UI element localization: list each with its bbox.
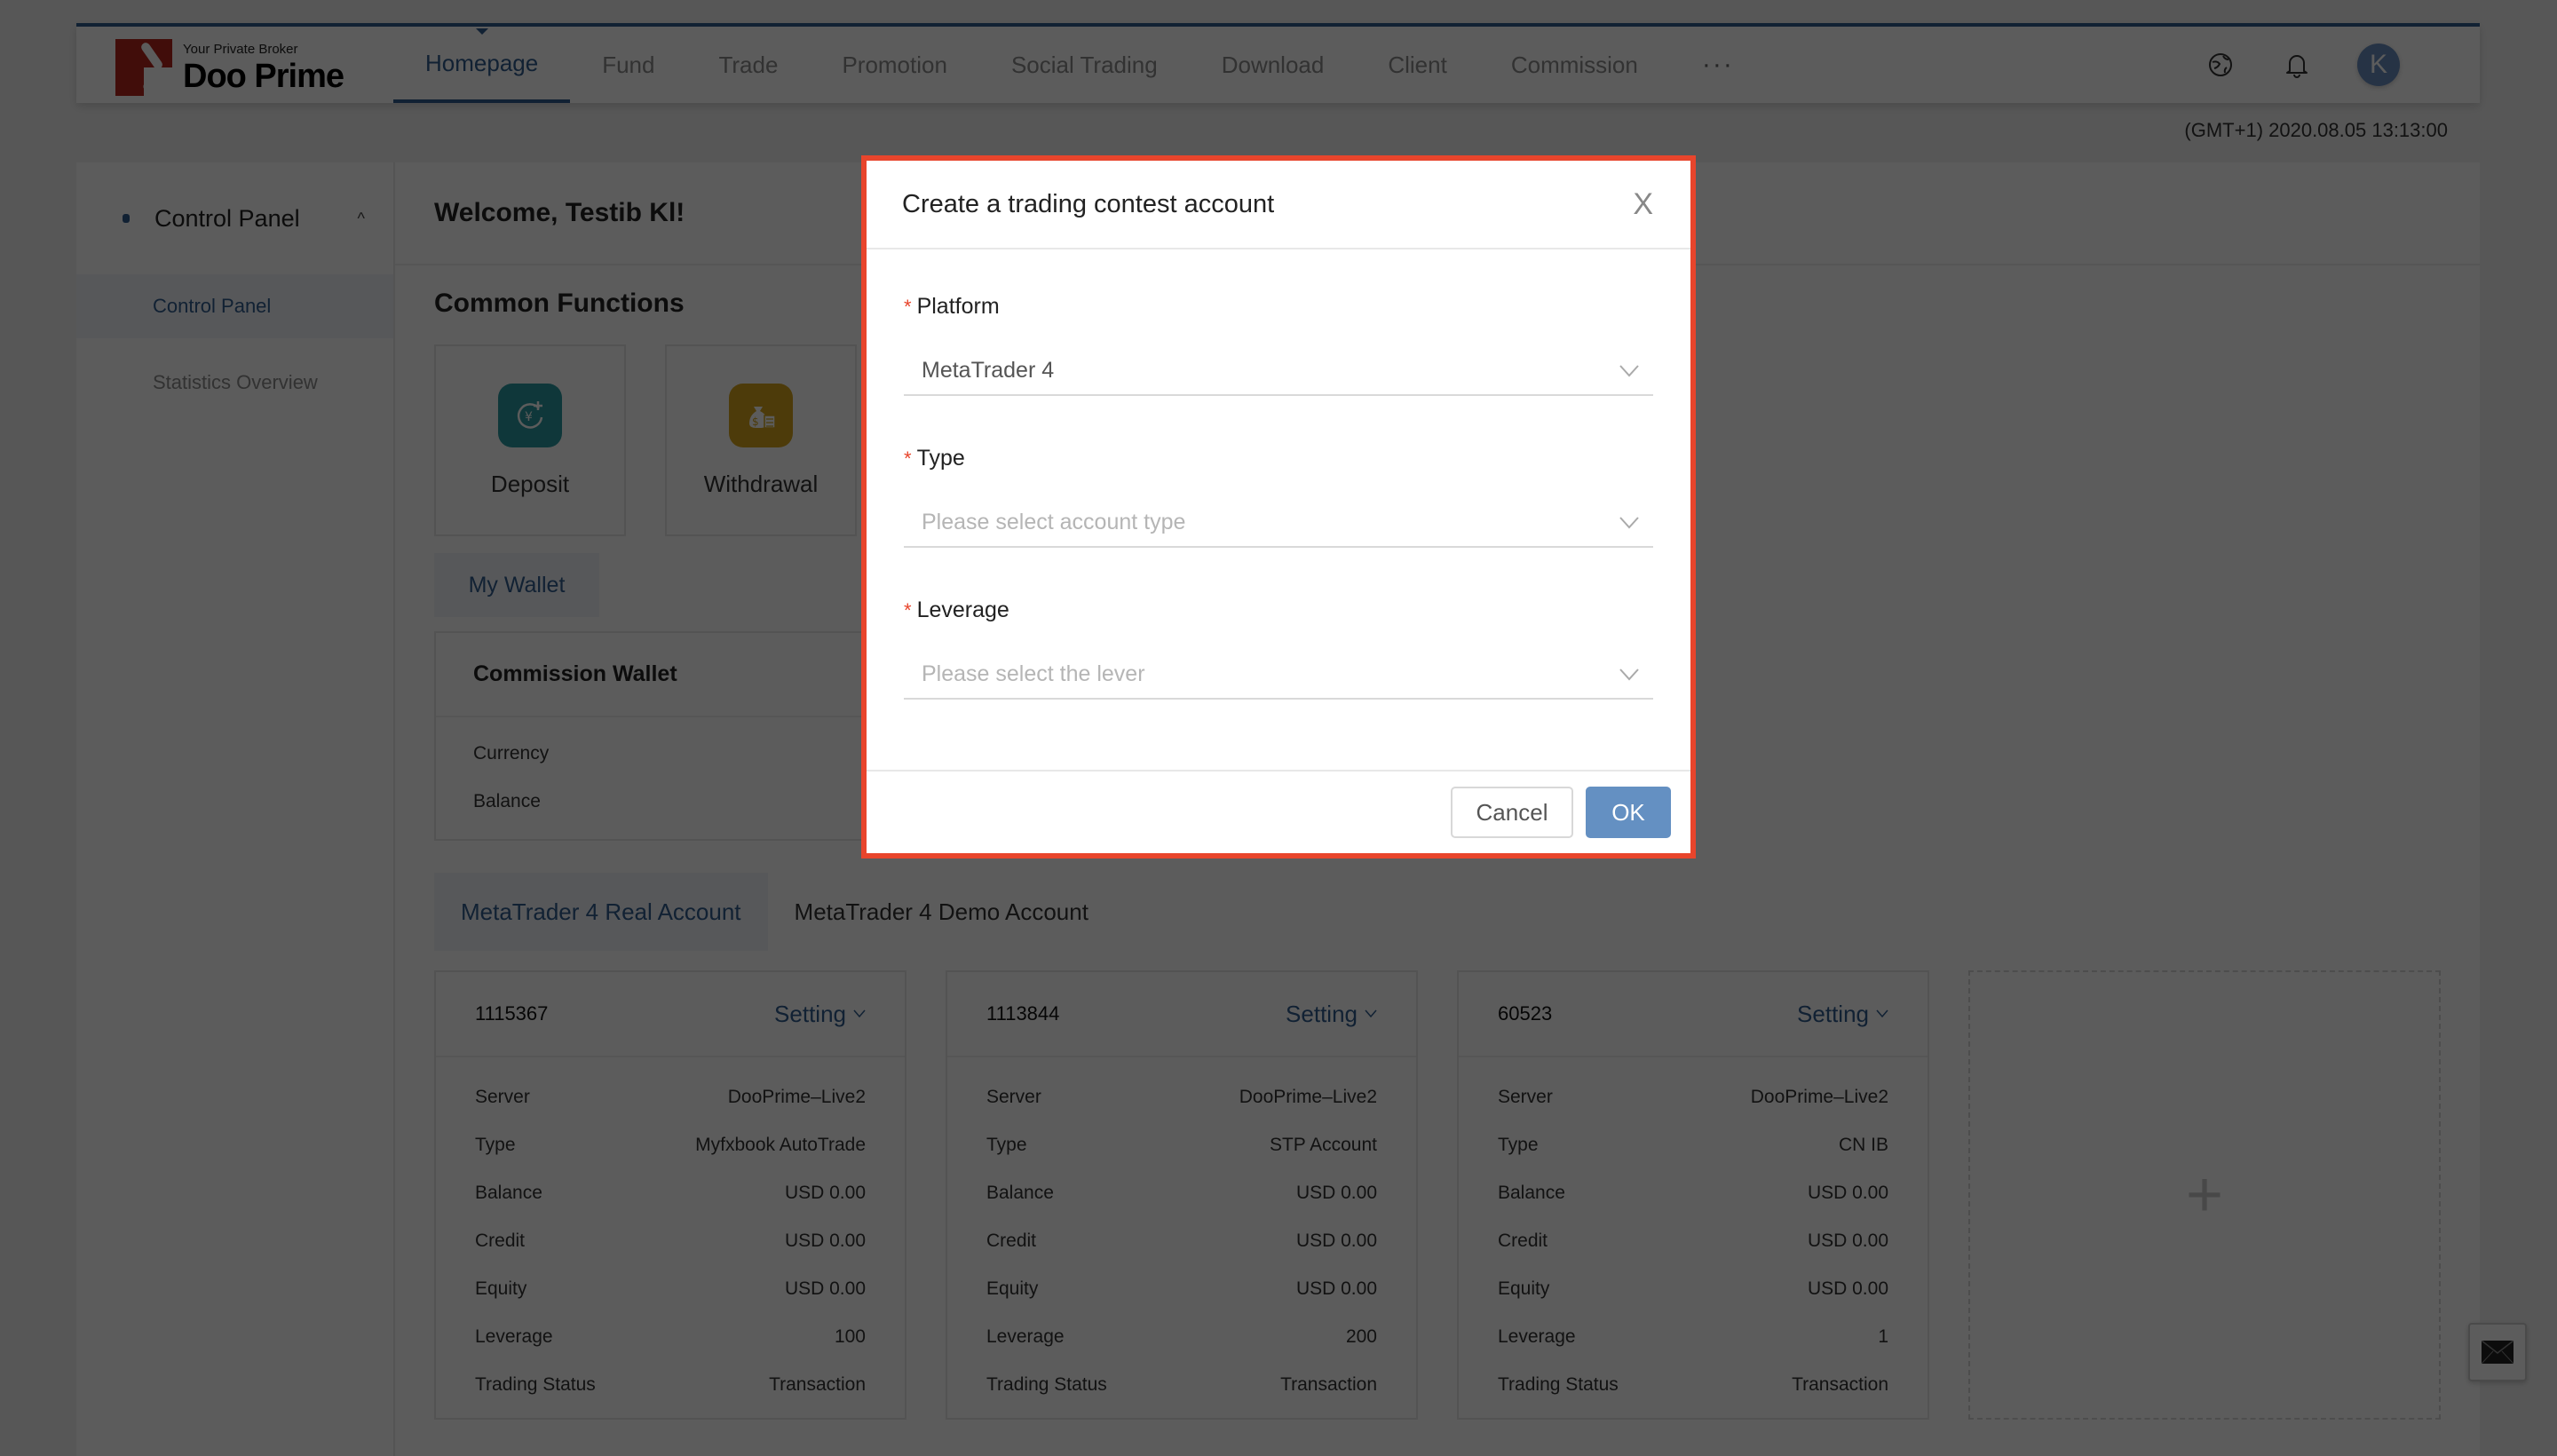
type-field: * Type Please select account type [904, 446, 1653, 548]
account-type-select[interactable]: Please select account type [904, 498, 1653, 548]
required-mark: * [904, 295, 912, 318]
leverage-field: * Leverage Please select the lever [904, 597, 1653, 700]
platform-label: Platform [916, 294, 1000, 319]
dialog-title: Create a trading contest account [902, 189, 1275, 218]
close-icon[interactable]: X [1633, 187, 1653, 222]
platform-value: MetaTrader 4 [922, 357, 1055, 383]
chevron-down-icon [1619, 510, 1639, 535]
platform-select[interactable]: MetaTrader 4 [904, 346, 1653, 396]
account-type-placeholder: Please select account type [922, 509, 1186, 534]
chevron-down-icon [1619, 661, 1639, 687]
leverage-placeholder: Please select the lever [922, 661, 1145, 686]
create-contest-account-dialog: Create a trading contest account X * Plat… [861, 155, 1696, 859]
required-mark: * [904, 447, 912, 470]
chevron-down-icon [1619, 358, 1639, 384]
required-mark: * [904, 598, 912, 621]
leverage-select[interactable]: Please select the lever [904, 650, 1653, 700]
cancel-button[interactable]: Cancel [1451, 787, 1573, 838]
platform-field: * Platform MetaTrader 4 [904, 294, 1653, 396]
type-label: Type [916, 446, 965, 471]
leverage-label: Leverage [916, 597, 1009, 622]
ok-button[interactable]: OK [1586, 787, 1671, 838]
